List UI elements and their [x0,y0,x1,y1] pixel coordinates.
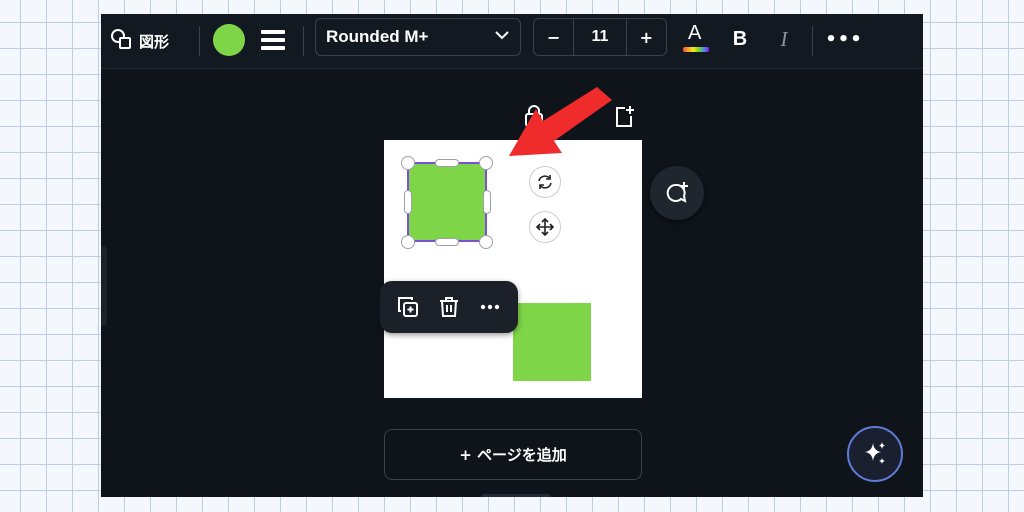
text-color-icon: A [681,22,711,56]
design-page[interactable] [384,140,642,398]
magic-sparkle-icon [865,442,885,464]
text-color-button[interactable]: A [681,22,711,56]
more-icon[interactable] [474,291,506,323]
font-size-input[interactable]: 11 [574,19,627,55]
bottom-panel-handle[interactable] [481,494,551,497]
resize-handle-top-right[interactable] [479,156,493,170]
toolbar-divider [303,26,304,56]
more-options-button[interactable]: ••• [825,24,862,54]
add-page-icon[interactable] [613,104,635,128]
add-comment-button[interactable] [650,166,704,220]
font-select[interactable]: Rounded M+ [315,18,521,56]
line-weight-icon [261,30,285,50]
shape-button-label: 図形 [139,32,170,51]
toolbar-divider [812,26,813,56]
rotate-button[interactable] [529,166,561,198]
add-page-button[interactable]: + ページを追加 [384,429,642,480]
editor-window: 図形 Rounded M+ − 11 + A B I ••• + ページを追加 [101,14,923,497]
shapes-icon [109,27,133,55]
line-weight-button[interactable] [259,26,287,54]
rotate-icon [538,175,552,189]
selection-box [407,162,487,242]
increase-size-button[interactable]: + [627,19,666,55]
magic-assistant-button[interactable] [847,426,903,482]
toolbar: 図形 Rounded M+ − 11 + A B I ••• [101,14,923,69]
comment-add-icon [666,182,688,203]
resize-handle-left[interactable] [404,190,412,214]
bold-button[interactable]: B [725,24,755,54]
side-panel-handle[interactable] [101,246,107,326]
resize-handle-bottom-left[interactable] [401,235,415,249]
resize-handle-top[interactable] [435,159,459,167]
resize-handle-bottom-right[interactable] [479,235,493,249]
chevron-down-icon [494,27,510,48]
shape-button[interactable]: 図形 [109,26,169,56]
italic-button[interactable]: I [769,24,799,54]
trash-icon [439,297,458,317]
resize-handle-top-left[interactable] [401,156,415,170]
delete-button[interactable] [433,291,465,323]
resize-handle-right[interactable] [483,190,491,214]
resize-handle-bottom[interactable] [435,238,459,246]
lock-icon[interactable] [523,104,545,128]
decrease-size-button[interactable]: − [534,19,575,55]
duplicate-button[interactable] [392,291,424,323]
move-button[interactable] [529,211,561,243]
move-icon [536,218,554,236]
second-square-shape[interactable] [513,303,591,381]
duplicate-icon [398,297,419,317]
toolbar-divider [199,26,200,56]
fill-color-button[interactable] [213,24,245,56]
context-menu [380,281,518,333]
font-size-stepper: − 11 + [533,18,667,56]
font-name: Rounded M+ [326,27,429,46]
